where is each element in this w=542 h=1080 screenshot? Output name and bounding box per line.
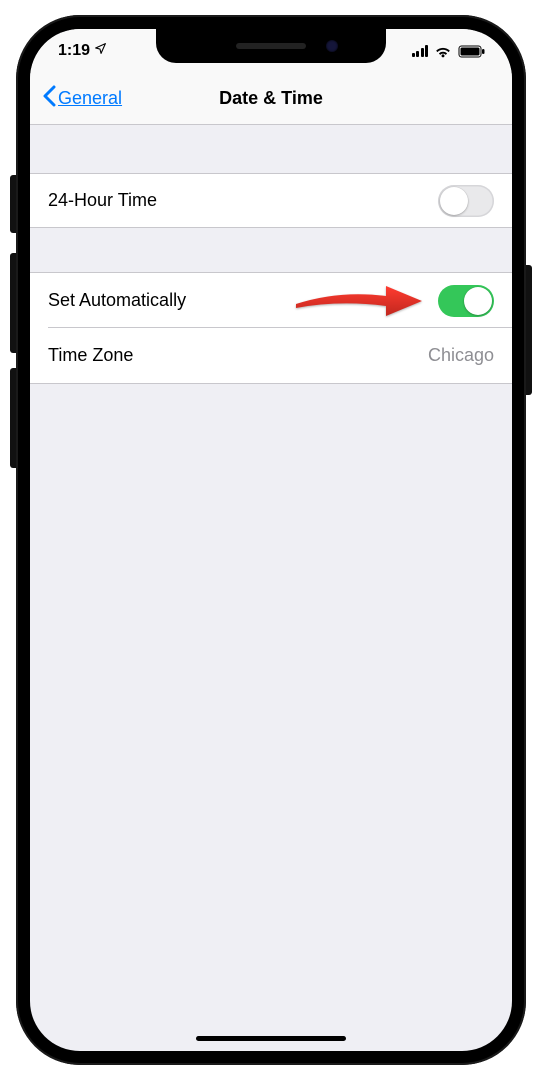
group-automatic: Set Automatically Time Zone Chicago (30, 272, 512, 384)
group-spacer (30, 228, 512, 272)
location-icon (94, 42, 107, 60)
row-label: Time Zone (48, 345, 133, 366)
row-label: 24-Hour Time (48, 190, 157, 211)
navigation-bar: General Date & Time (30, 73, 512, 125)
screen: 1:19 General (30, 29, 512, 1051)
wifi-icon (434, 45, 452, 58)
group-spacer (30, 125, 512, 173)
row-value: Chicago (428, 345, 494, 366)
notch (156, 29, 386, 63)
cellular-signal-icon (412, 45, 429, 57)
row-time-zone[interactable]: Time Zone Chicago (30, 328, 512, 383)
front-camera (326, 40, 338, 52)
side-button (526, 265, 532, 395)
content-area: 24-Hour Time Set Automatically (30, 125, 512, 384)
toggle-24-hour-time[interactable] (438, 185, 494, 217)
speaker-grill (236, 43, 306, 49)
chevron-left-icon (42, 85, 56, 112)
back-label: General (58, 88, 122, 109)
row-set-automatically[interactable]: Set Automatically (30, 273, 512, 328)
row-label: Set Automatically (48, 290, 186, 311)
home-indicator[interactable] (196, 1036, 346, 1041)
status-time: 1:19 (58, 42, 90, 60)
row-24-hour-time[interactable]: 24-Hour Time (30, 173, 512, 228)
phone-frame: 1:19 General (16, 15, 526, 1065)
annotation-arrow-icon (294, 284, 424, 318)
toggle-set-automatically[interactable] (438, 285, 494, 317)
back-button[interactable]: General (42, 85, 122, 112)
battery-icon (458, 45, 486, 58)
